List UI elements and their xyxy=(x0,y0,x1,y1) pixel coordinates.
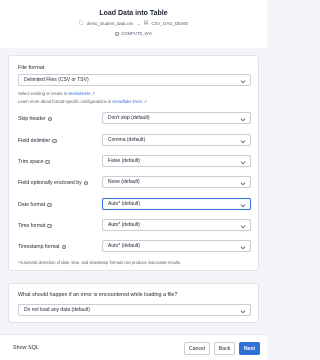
worksheets-link[interactable]: Worksheets xyxy=(68,91,90,96)
file-name: demo_student_data.csv xyxy=(86,20,134,26)
chevron-down-icon xyxy=(240,308,246,313)
chevron-down-icon xyxy=(240,116,246,121)
skip-header-value: Don't skip (default) xyxy=(108,115,150,121)
chevron-down-icon xyxy=(240,159,246,164)
chevron-down-icon xyxy=(240,202,246,207)
field-delimiter-value: Comma (default) xyxy=(108,137,146,143)
field-delimiter-select[interactable]: Comma (default) xyxy=(102,134,251,146)
info-icon: ? xyxy=(61,244,67,250)
skip-header-select[interactable]: Don't skip (default) xyxy=(102,112,251,124)
field-enclosed-value: None (default) xyxy=(108,179,140,185)
next-button[interactable]: Next xyxy=(239,342,260,355)
date-format-value: Auto* (default) xyxy=(108,201,140,207)
warehouse-name: COMPUTE_WH xyxy=(121,31,152,36)
chevron-down-icon xyxy=(240,223,246,228)
page-title: Load Data into Table xyxy=(99,10,168,17)
time-format-value: Auto* (default) xyxy=(108,222,140,228)
trim-space-label: Trim space? xyxy=(18,159,51,165)
file-format-value: Delimited Files (CSV or TSV) xyxy=(24,77,89,83)
snowflake-docs-link[interactable]: Snowflake Docs xyxy=(112,99,142,104)
time-format-label: Time format? xyxy=(18,223,53,229)
info-icon: ? xyxy=(83,180,89,186)
file-format-help: Select existing or create in Worksheets … xyxy=(18,91,95,96)
date-format-label: Date format? xyxy=(18,202,52,208)
trim-space-value: False (default) xyxy=(108,158,140,164)
dialog-footer: Show SQL Cancel Back Next xyxy=(0,334,267,360)
file-format-select[interactable]: Delimited Files (CSV or TSV) xyxy=(18,74,251,86)
info-icon: ? xyxy=(47,202,52,208)
chevron-down-icon xyxy=(240,78,246,83)
error-handling-value: Do not load any data (default) xyxy=(24,307,90,313)
date-format-select[interactable]: Auto* (default) xyxy=(102,198,251,210)
info-icon: ? xyxy=(52,138,57,144)
chevron-down-icon xyxy=(240,138,246,143)
help-text: Select existing or create in xyxy=(18,91,69,96)
error-question: What should happen if an error is encoun… xyxy=(18,292,178,298)
time-format-select[interactable]: Auto* (default) xyxy=(102,219,251,231)
info-icon: ? xyxy=(47,116,53,122)
timestamp-format-label: Timestamp format? xyxy=(18,244,67,250)
file-format-label: File format xyxy=(18,65,45,71)
table-icon: ▤ xyxy=(143,20,149,26)
warehouse-selector[interactable]: COMPUTE_WH xyxy=(0,31,267,36)
cancel-button[interactable]: Cancel xyxy=(184,342,210,355)
timestamp-format-select[interactable]: Auto* (default) xyxy=(102,240,251,252)
chevron-down-icon xyxy=(240,180,246,185)
file-format-card: File format Delimited Files (CSV or TSV)… xyxy=(8,55,259,271)
back-button[interactable]: Back xyxy=(214,342,235,355)
show-sql-button[interactable]: Show SQL xyxy=(13,345,39,351)
auto-detect-note: *Automatic detection of date, time, and … xyxy=(18,260,182,265)
timestamp-format-value: Auto* (default) xyxy=(108,243,140,249)
chevron-down-icon xyxy=(240,244,246,249)
learn-more-help: Learn more about format-specific configu… xyxy=(18,99,147,104)
external-link-icon: ↗ xyxy=(91,91,95,96)
field-enclosed-select[interactable]: None (default) xyxy=(102,176,251,188)
info-icon: ? xyxy=(45,159,51,165)
error-handling-card: What should happen if an error is encoun… xyxy=(8,283,259,323)
info-icon: ? xyxy=(47,223,53,229)
field-enclosed-label: Field optionally enclosed by? xyxy=(18,180,89,186)
skip-header-label: Skip header? xyxy=(18,116,53,122)
dialog-header: Load Data into Table ▢ demo_student_data… xyxy=(0,0,267,48)
field-delimiter-label: Field delimiter? xyxy=(18,138,57,144)
trim-space-select[interactable]: False (default) xyxy=(102,155,251,167)
target-table: CSV_OAG_DEMO xyxy=(151,20,189,26)
arrow-icon: → xyxy=(136,20,141,26)
warehouse-icon xyxy=(115,31,120,36)
external-link-icon: ↗ xyxy=(143,99,147,104)
file-icon: ▢ xyxy=(78,20,84,26)
learn-text: Learn more about format-specific configu… xyxy=(18,99,113,104)
error-handling-select[interactable]: Do not load any data (default) xyxy=(18,304,251,316)
load-path: ▢ demo_student_data.csv → ▤ CSV_OAG_DEMO xyxy=(0,20,267,26)
